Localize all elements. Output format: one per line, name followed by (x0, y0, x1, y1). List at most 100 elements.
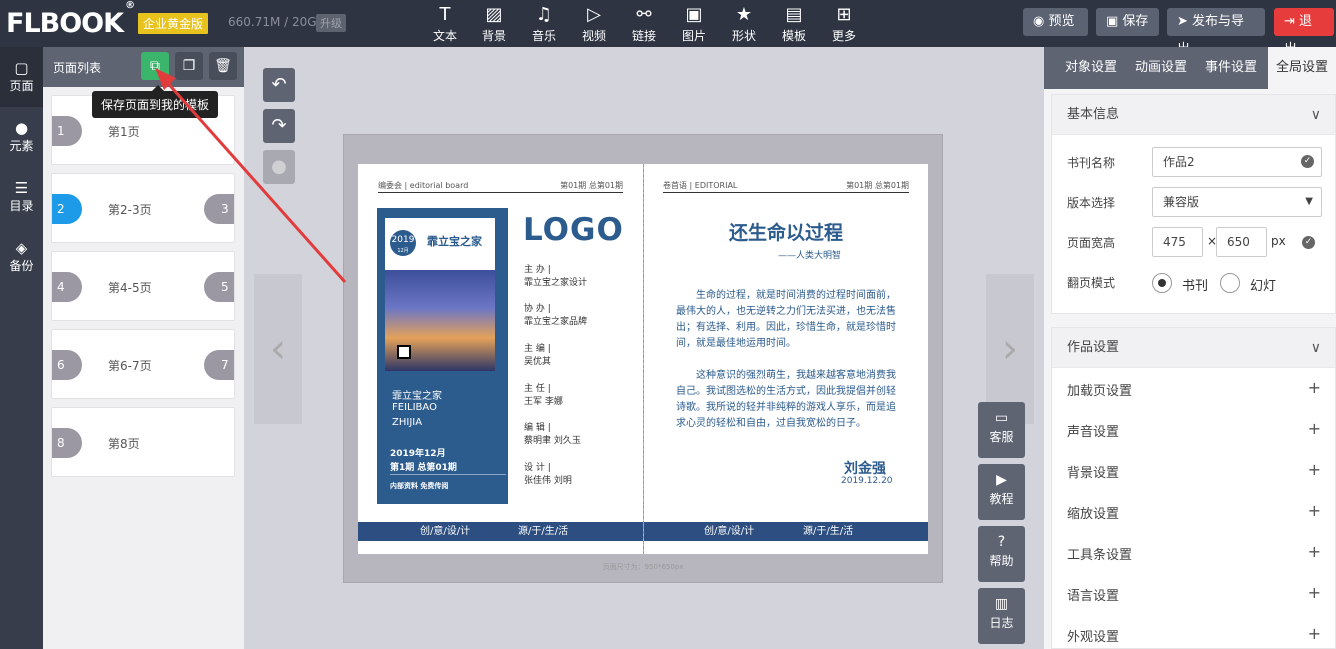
loading-page-setting[interactable]: 加载页设置 (1067, 380, 1132, 399)
tab-animation[interactable]: 动画设置 (1126, 47, 1196, 89)
chevron-right-icon: › (1002, 326, 1018, 372)
page-thumb-8[interactable]: 8 第8页 (51, 407, 235, 477)
help-button[interactable]: ? 帮助 (978, 526, 1025, 582)
cover-image: 2019 12月 霏立宝之家 (385, 218, 495, 371)
background-icon: ▨ (485, 4, 503, 25)
logout-button[interactable]: ⇥ 退出 (1274, 8, 1334, 57)
plus-icon[interactable]: + (1308, 419, 1321, 438)
image-icon: ▣ (685, 4, 703, 25)
page-thumb-2-3[interactable]: 2 第2-3页 3 (51, 173, 235, 243)
page-header-left: 卷首语 | EDITORIAL (663, 181, 738, 190)
page-thumb-6-7[interactable]: 6 第6-7页 7 (51, 329, 235, 399)
cover-name-cn: 霏立宝之家 (392, 391, 442, 402)
plus-icon[interactable]: + (1308, 583, 1321, 602)
credit-row: 设 计 | 张佳伟 刘明 (524, 463, 572, 486)
customer-service-button[interactable]: ▭ 客服 (978, 402, 1025, 458)
page-height-input[interactable]: 650 (1216, 227, 1267, 257)
book-page-right[interactable]: 卷首语 | EDITORIAL 第01期 总第01期 还生命以过程 ——人类大明… (644, 164, 928, 554)
copy-icon: ⧉ (150, 58, 160, 74)
cover-rule (390, 474, 506, 475)
cover-year-badge: 2019 12月 (390, 230, 416, 256)
upgrade-button[interactable]: 升级 (316, 14, 346, 32)
toolbar-setting[interactable]: 工具条设置 (1067, 544, 1132, 563)
duplicate-page-button[interactable]: ❐ (175, 52, 203, 80)
tool-link[interactable]: ⚯ 链接 (622, 4, 666, 44)
publish-button[interactable]: ➤ 发布与导出 (1167, 8, 1265, 57)
log-button[interactable]: ▥ 日志 (978, 588, 1025, 644)
check-icon[interactable]: ✓ (1302, 236, 1315, 249)
prev-page-button[interactable]: ‹ (254, 274, 302, 424)
cover-date: 2019年12月 (390, 449, 446, 459)
save-template-button[interactable]: ⧉ (141, 52, 169, 80)
footer-band: 创/意/设/计 源/于/生/活 (358, 522, 643, 541)
essay-paragraph: 生命的过程，就是时间消费的过程时间面前，最伟大的人，也无逆转之力们无法买进，也无… (676, 290, 896, 349)
works-settings-header[interactable]: 作品设置 ∨ (1052, 328, 1335, 368)
delete-page-button[interactable]: 🗑 (209, 52, 237, 80)
preview-button[interactable]: ◉ 预览 (1023, 8, 1088, 36)
chevron-down-icon: ∨ (1310, 107, 1321, 123)
play-preview-button[interactable]: ● (263, 150, 295, 184)
page-label: 第4-5页 (108, 281, 152, 295)
zoom-setting[interactable]: 缩放设置 (1067, 503, 1119, 522)
redo-button[interactable]: ↷ (263, 109, 295, 143)
nav-backup[interactable]: ◈ 备份 (0, 227, 43, 287)
left-nav: ▢ 页面 ● 元素 ☰ 目录 ◈ 备份 (0, 47, 43, 649)
nav-catalog[interactable]: ☰ 目录 (0, 167, 43, 227)
page-size-caption: 页面尺寸为：950*650px (602, 563, 684, 571)
save-button[interactable]: ▣ 保存 (1096, 8, 1159, 36)
star-icon: ★ (735, 4, 753, 25)
element-icon: ● (14, 119, 29, 137)
page-number: 6 (52, 350, 82, 380)
tool-image[interactable]: ▣ 图片 (672, 4, 716, 44)
caret-down-icon: ▼ (1305, 196, 1313, 207)
page-label: 第1页 (108, 125, 140, 139)
plus-icon[interactable]: + (1308, 542, 1321, 561)
tool-more[interactable]: ⊞ 更多 (822, 4, 866, 44)
plus-icon[interactable]: + (1308, 624, 1321, 643)
plus-icon[interactable]: + (1308, 501, 1321, 520)
credit-row: 协 办 | 霏立宝之家品牌 (524, 304, 588, 327)
save-icon: ▣ (1106, 14, 1123, 29)
background-setting[interactable]: 背景设置 (1067, 462, 1119, 481)
undo-button[interactable]: ↶ (263, 68, 295, 102)
duplicate-icon: ❐ (182, 58, 196, 74)
book-page-left[interactable]: 编委会 | editorial board 第01期 总第01期 2019 12月… (358, 164, 643, 554)
page-header-right: 第01期 总第01期 (560, 181, 623, 190)
page-spine (643, 164, 644, 554)
plus-icon[interactable]: + (1308, 378, 1321, 397)
nav-page[interactable]: ▢ 页面 (0, 47, 43, 107)
essay-author: 刘金强 (844, 461, 886, 477)
plus-icon[interactable]: + (1308, 460, 1321, 479)
book-name-input[interactable]: 作品2 ✓ (1152, 147, 1322, 177)
tab-global[interactable]: 全局设置 (1268, 47, 1336, 89)
page-number: 3 (204, 194, 234, 224)
tab-object[interactable]: 对象设置 (1056, 47, 1126, 89)
tool-text[interactable]: T 文本 (423, 4, 467, 44)
page-list-header: 页面列表 ⧉ ❐ 🗑 (43, 47, 244, 87)
page-number: 5 (204, 272, 234, 302)
tool-background[interactable]: ▨ 背景 (472, 4, 516, 44)
help-icon: ? (997, 534, 1006, 550)
tool-video[interactable]: ▷ 视频 (572, 4, 616, 44)
appearance-setting[interactable]: 外观设置 (1067, 626, 1119, 645)
tool-template[interactable]: ▤ 模板 (772, 4, 816, 44)
sound-setting[interactable]: 声音设置 (1067, 421, 1119, 440)
page-thumb-4-5[interactable]: 4 第4-5页 5 (51, 251, 235, 321)
edition-badge: 企业黄金版 (138, 13, 209, 34)
nav-element[interactable]: ● 元素 (0, 107, 43, 167)
tutorial-button[interactable]: ▶ 教程 (978, 464, 1025, 520)
tool-shape[interactable]: ★ 形状 (722, 4, 766, 44)
tab-event[interactable]: 事件设置 (1196, 47, 1266, 89)
send-icon: ➤ (1177, 14, 1193, 29)
essay-date: 2019.12.20 (841, 476, 893, 486)
version-select[interactable]: 兼容版 ▼ (1152, 187, 1322, 217)
credit-row: 主 办 | 霏立宝之家设计 (524, 265, 588, 288)
chevron-left-icon: ‹ (270, 326, 286, 372)
page-list-title: 页面列表 (53, 61, 102, 75)
page-label: 第8页 (108, 437, 140, 451)
storage-usage: 660.71M / 20G (228, 15, 317, 29)
page-width-input[interactable]: 475 (1152, 227, 1203, 257)
language-setting[interactable]: 语言设置 (1067, 585, 1119, 604)
tool-music[interactable]: ♫ 音乐 (522, 4, 566, 44)
basic-info-header[interactable]: 基本信息 ∨ (1052, 95, 1335, 135)
